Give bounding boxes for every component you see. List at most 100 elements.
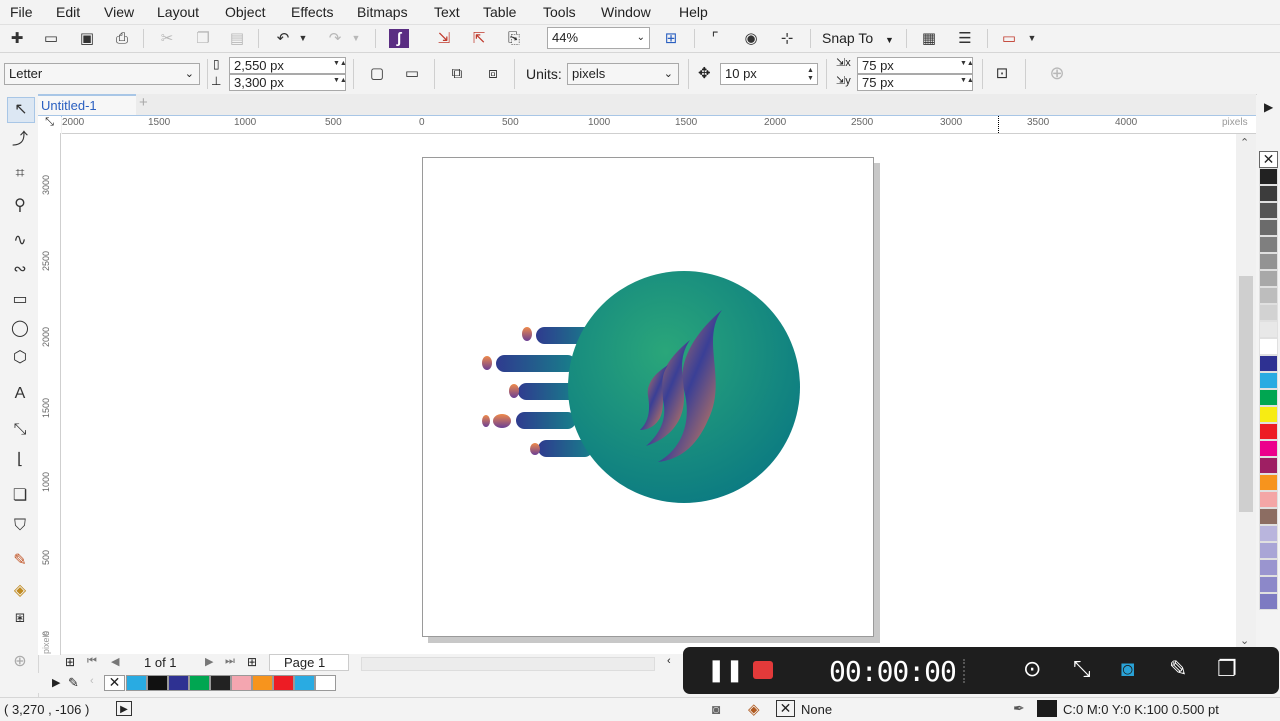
horizontal-ruler[interactable]: 2000 1500 1000 500 0 500 1000 1500 2000 … <box>62 116 1256 134</box>
spinner-icon[interactable]: ▼▲ <box>333 60 347 68</box>
crop-tool-icon[interactable]: ⌗ <box>7 162 33 186</box>
menu-help[interactable]: Help <box>679 4 708 20</box>
palette-menu-icon[interactable]: ▶ <box>1264 100 1273 114</box>
undo-icon[interactable]: ↶ <box>272 28 294 49</box>
duplicate-x-field[interactable]: 75 px ▼▲ <box>857 57 974 74</box>
insert-page-before-icon[interactable]: ⊞ <box>65 655 75 669</box>
document-palette-swatch[interactable] <box>231 675 252 691</box>
no-color-swatch[interactable]: ✕ <box>104 675 125 691</box>
application-launcher-icon[interactable]: ▭ <box>998 28 1020 49</box>
palette-swatch[interactable] <box>1259 338 1278 355</box>
menu-layout[interactable]: Layout <box>157 4 199 20</box>
spinner-icon[interactable]: ▲ ▼ <box>805 67 816 83</box>
scroll-left-icon[interactable]: ‹ <box>667 655 671 667</box>
previous-page-icon[interactable]: ◀ <box>111 655 119 668</box>
redo-dropdown-icon[interactable]: ▼ <box>350 28 362 49</box>
ruler-origin-icon[interactable]: ⤡ <box>38 116 61 133</box>
palette-swatch[interactable] <box>1259 202 1278 219</box>
units-select[interactable]: pixels ⌄ <box>567 63 679 85</box>
new-document-icon[interactable]: ✚ <box>6 28 28 49</box>
palette-swatch[interactable] <box>1259 185 1278 202</box>
ellipse-tool-icon[interactable]: ◯ <box>7 317 33 341</box>
palette-swatch[interactable] <box>1259 423 1278 440</box>
welcome-screen-icon[interactable]: ▦ <box>918 28 940 49</box>
palette-swatch[interactable] <box>1259 576 1278 593</box>
stop-record-icon[interactable] <box>753 661 773 679</box>
eyedropper-tool-icon[interactable]: ✎ <box>7 549 33 573</box>
paste-icon[interactable]: ▤ <box>226 28 248 49</box>
print-icon[interactable]: ⎙ <box>111 28 133 49</box>
palette-swatch[interactable] <box>1259 389 1278 406</box>
duplicate-y-field[interactable]: 75 px ▼▲ <box>857 74 974 91</box>
last-page-icon[interactable]: ⏭ <box>225 655 235 668</box>
spinner-icon[interactable]: ▼▲ <box>960 60 974 68</box>
connector-tool-icon[interactable]: ⌊ <box>7 448 33 472</box>
document-palette-swatch[interactable] <box>189 675 210 691</box>
outline-color-swatch[interactable] <box>1037 700 1057 717</box>
menu-object[interactable]: Object <box>225 4 265 20</box>
smart-fill-tool-icon[interactable]: ⧆ <box>7 606 33 630</box>
menu-view[interactable]: View <box>104 4 134 20</box>
freehand-tool-icon[interactable]: ∿ <box>7 229 33 253</box>
open-icon[interactable]: ▭ <box>40 28 62 49</box>
chevron-down-icon[interactable]: ▼ <box>1025 28 1039 49</box>
drop-shadow-tool-icon[interactable]: ❏ <box>7 484 33 508</box>
polygon-tool-icon[interactable]: ⬡ <box>7 346 33 370</box>
current-page-icon[interactable]: ⧈ <box>482 63 504 84</box>
webcam-icon[interactable]: ⊙ <box>1023 656 1041 682</box>
treat-as-filled-icon[interactable]: ⊡ <box>991 63 1013 84</box>
palette-swatch[interactable] <box>1259 253 1278 270</box>
copy-icon[interactable]: ❐ <box>192 28 214 49</box>
draw-pen-icon[interactable]: ✎ <box>1169 656 1187 682</box>
menu-bitmaps[interactable]: Bitmaps <box>357 4 408 20</box>
document-palette-swatch[interactable] <box>147 675 168 691</box>
palette-expand-icon[interactable]: ▶ <box>52 676 60 689</box>
import-icon[interactable]: ⇲ <box>433 28 455 49</box>
palette-swatch[interactable] <box>1259 525 1278 542</box>
palette-swatch[interactable] <box>1259 474 1278 491</box>
shape-tool-icon[interactable]: ⤴ <box>7 128 33 152</box>
show-rulers-icon[interactable]: ⌜ <box>704 28 726 49</box>
palette-swatch[interactable] <box>1259 440 1278 457</box>
options-icon[interactable]: ☰ <box>954 28 976 49</box>
menu-file[interactable]: File <box>10 4 33 20</box>
palette-swatch[interactable] <box>1259 321 1278 338</box>
menu-text[interactable]: Text <box>434 4 460 20</box>
scroll-up-icon[interactable]: ⌃ <box>1240 136 1249 149</box>
transparency-tool-icon[interactable]: ⛉ <box>7 514 33 538</box>
palette-swatch[interactable] <box>1259 236 1278 253</box>
document-palette-swatch[interactable] <box>294 675 315 691</box>
vertical-ruler[interactable]: 3000 2500 2000 1500 1000 500 0 pixels <box>38 133 61 655</box>
publish-pdf-icon[interactable]: ⎘ <box>503 28 525 49</box>
no-fill-swatch[interactable]: ✕ <box>776 700 795 717</box>
palette-swatch[interactable] <box>1259 508 1278 525</box>
fill-icon[interactable]: ◈ <box>748 700 760 718</box>
document-palette-swatch[interactable] <box>315 675 336 691</box>
snap-to-button[interactable]: Snap To ▼ <box>822 30 894 46</box>
nudge-distance-field[interactable]: 10 px ▲ ▼ <box>720 63 818 85</box>
screenshot-camera-icon[interactable]: ◙ <box>1121 656 1134 682</box>
play-icon[interactable]: ▶ <box>116 701 132 716</box>
portrait-icon[interactable]: ▢ <box>366 63 388 84</box>
new-tab-icon[interactable]: + <box>139 94 148 111</box>
spinner-icon[interactable]: ▼▲ <box>333 77 347 85</box>
palette-swatch[interactable] <box>1259 559 1278 576</box>
zoom-level-select[interactable]: 44% ⌄ <box>547 27 650 49</box>
document-palette-swatch[interactable] <box>126 675 147 691</box>
outline-pen-icon[interactable]: ✒ <box>1013 700 1025 717</box>
palette-swatch[interactable] <box>1259 355 1278 372</box>
menu-tools[interactable]: Tools <box>543 4 576 20</box>
full-screen-preview-icon[interactable]: ⊞ <box>660 28 682 49</box>
document-palette-swatch[interactable] <box>252 675 273 691</box>
redo-icon[interactable]: ↷ <box>324 28 346 49</box>
document-palette-swatch[interactable] <box>168 675 189 691</box>
palette-swatch[interactable] <box>1259 270 1278 287</box>
page-width-field[interactable]: 2,550 px ▼▲ <box>229 57 347 74</box>
dimension-tool-icon[interactable]: ⤡ <box>7 418 33 442</box>
menu-effects[interactable]: Effects <box>291 4 334 20</box>
horizontal-scrollbar[interactable] <box>361 657 655 671</box>
page-tab[interactable]: Page 1 <box>269 654 349 671</box>
color-proofing-icon[interactable]: ◙ <box>712 701 720 717</box>
first-page-icon[interactable]: ⏮ <box>87 655 97 668</box>
next-page-icon[interactable]: ▶ <box>205 655 213 668</box>
